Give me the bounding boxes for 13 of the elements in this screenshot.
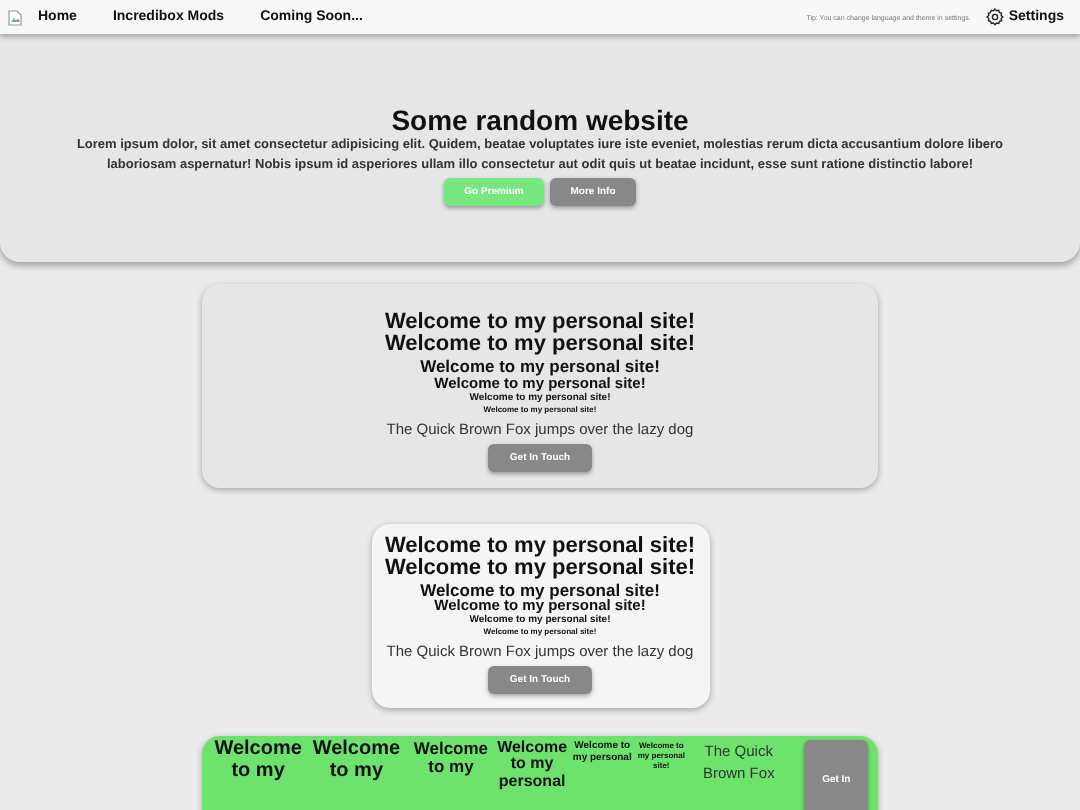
heading: Welcome to my personal site! — [420, 358, 660, 375]
heading: Welcome to my personal — [495, 740, 570, 791]
hero-title: Some random website — [391, 104, 689, 136]
settings-icon — [986, 8, 1005, 26]
heading: Welcome to my — [411, 740, 491, 776]
heading: Welcome to my personal site! — [420, 581, 660, 598]
heading: Welcome to my personal site! — [384, 557, 696, 579]
heading: Welcome to my personal site! — [384, 312, 696, 334]
heading: Welcome to my — [212, 740, 304, 782]
heading: Welcome to my personal site! — [384, 334, 696, 356]
heading: Welcome to my — [310, 740, 403, 782]
broken-image-icon — [8, 9, 22, 25]
heading: Welcome to my personal site! — [384, 535, 696, 557]
